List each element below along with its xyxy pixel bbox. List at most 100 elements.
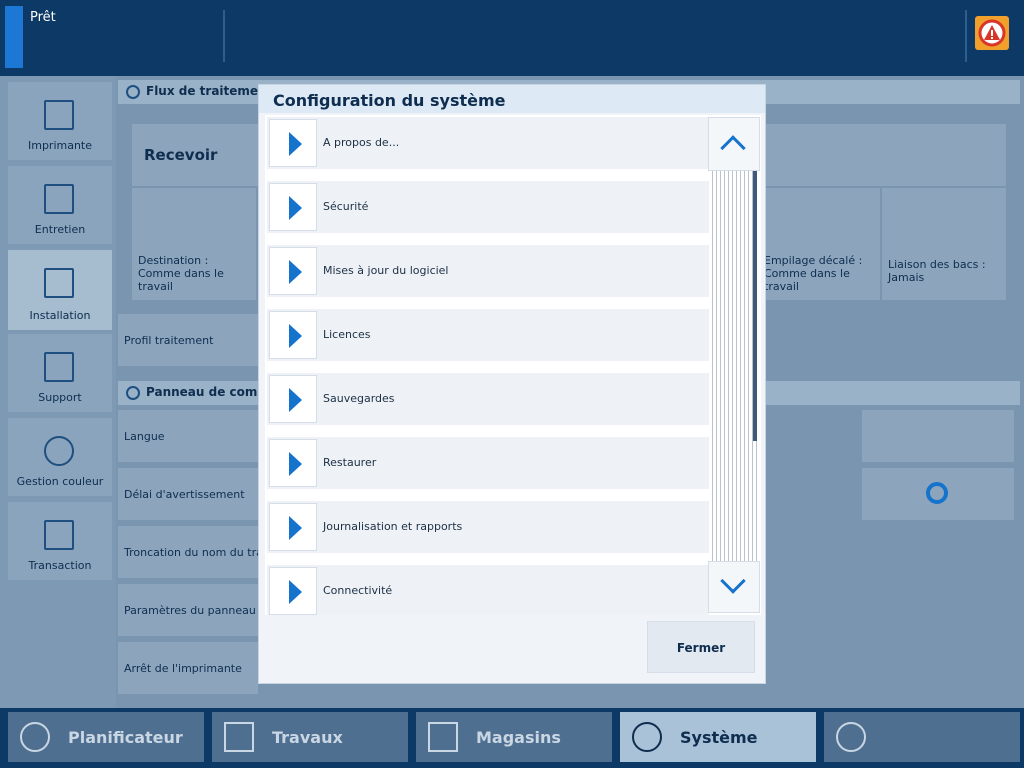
- tab-system[interactable]: Système: [620, 712, 816, 762]
- system-configuration-dialog: Configuration du système A propos de... …: [258, 84, 766, 684]
- offset-stacking-tile[interactable]: Empilage décalé : Comme dans le travail: [760, 188, 880, 300]
- gear-icon: [632, 722, 662, 752]
- arrow-right-icon: [289, 580, 302, 604]
- section-title: Flux de traitement: [146, 84, 273, 98]
- control-panel-icon: [126, 386, 140, 400]
- status-indicator: [5, 6, 23, 68]
- nav-item-support[interactable]: Support: [8, 334, 112, 412]
- offset-stacking-label: Empilage décalé : Comme dans le travail: [764, 254, 863, 293]
- left-navigation: Imprimante Entretien Installation Suppor…: [0, 76, 116, 708]
- printer-status: Prêt: [30, 10, 56, 25]
- expand-button[interactable]: [269, 567, 317, 615]
- expand-button[interactable]: [269, 311, 317, 359]
- list-item-label: Sécurité: [323, 200, 369, 213]
- nav-label: Support: [38, 391, 82, 404]
- expand-button[interactable]: [269, 119, 317, 167]
- row-label: Paramètres du panneau de: [124, 604, 258, 617]
- list-item-label: Restaurer: [323, 456, 377, 469]
- color-alert-icon[interactable]: [975, 16, 1009, 50]
- installation-icon: [44, 268, 74, 298]
- support-icon: [44, 352, 74, 382]
- nav-label: Imprimante: [27, 139, 93, 152]
- nav-item-maintenance[interactable]: Entretien: [8, 166, 112, 244]
- wrench-icon: [44, 184, 74, 214]
- chevron-up-icon: [720, 135, 746, 161]
- nav-item-transaction[interactable]: Transaction: [8, 502, 112, 580]
- list-item-label: Mises à jour du logiciel: [323, 264, 449, 277]
- tab-label: Planificateur: [68, 728, 183, 747]
- tray-icon: [428, 722, 458, 752]
- nav-label: Entretien: [34, 223, 86, 236]
- tab-trays[interactable]: Magasins: [416, 712, 612, 762]
- nav-item-installation[interactable]: Installation: [8, 250, 112, 330]
- list-item-licenses[interactable]: Licences: [267, 309, 709, 361]
- configuration-list: A propos de... Sécurité Mises à jour du …: [265, 115, 761, 615]
- list-item-software-updates[interactable]: Mises à jour du logiciel: [267, 245, 709, 297]
- nav-item-printer[interactable]: Imprimante: [8, 82, 112, 160]
- gear-icon: [926, 482, 948, 504]
- nav-label: Gestion couleur: [16, 475, 104, 488]
- nav-label: Installation: [29, 309, 91, 322]
- settings-gear-button[interactable]: [862, 468, 1014, 520]
- list-item-about[interactable]: A propos de...: [267, 117, 709, 169]
- row-label: Arrêt de l'imprimante: [124, 662, 242, 675]
- clock-icon: [20, 722, 50, 752]
- transaction-icon: [44, 520, 74, 550]
- workflow-icon: [126, 85, 140, 99]
- scrollbar-track[interactable]: [709, 171, 759, 561]
- arrow-right-icon: [289, 260, 302, 284]
- color-wheel-icon: [44, 436, 74, 466]
- processing-profile-label: Profil traitement: [124, 334, 214, 347]
- tab-label: Magasins: [476, 728, 561, 747]
- printer-shutdown-row[interactable]: Arrêt de l'imprimante: [118, 642, 258, 694]
- list-item-backups[interactable]: Sauvegardes: [267, 373, 709, 425]
- tab-scheduler[interactable]: Planificateur: [8, 712, 204, 762]
- list-item-logging-reports[interactable]: Journalisation et rapports: [267, 501, 709, 553]
- clipboard-check-button[interactable]: [862, 410, 1014, 462]
- panel-settings-row[interactable]: Paramètres du panneau de: [118, 584, 258, 636]
- scroll-up-button[interactable]: [708, 117, 760, 171]
- tray-linking-label: Liaison des bacs : Jamais: [888, 258, 986, 284]
- header-divider: [223, 10, 225, 62]
- expand-button[interactable]: [269, 375, 317, 423]
- scrollbar-thumb[interactable]: [753, 171, 757, 441]
- chevron-down-icon: [720, 568, 746, 594]
- job-name-truncation-row[interactable]: Troncation du nom du travail: [118, 526, 258, 578]
- scroll-down-button[interactable]: [708, 561, 760, 613]
- list-item-label: Sauvegardes: [323, 392, 395, 405]
- warning-delay-row[interactable]: Délai d'avertissement: [118, 468, 258, 520]
- list-item-security[interactable]: Sécurité: [267, 181, 709, 233]
- arrow-right-icon: [289, 516, 302, 540]
- close-button[interactable]: Fermer: [647, 621, 755, 673]
- list-item-restore[interactable]: Restaurer: [267, 437, 709, 489]
- tray-linking-tile[interactable]: Liaison des bacs : Jamais: [882, 188, 1006, 300]
- printer-icon: [44, 100, 74, 130]
- list-item-label: Connectivité: [323, 584, 393, 597]
- expand-button[interactable]: [269, 503, 317, 551]
- bottom-taskbar: Planificateur Travaux Magasins Système: [0, 708, 1024, 768]
- destination-label: Destination : Comme dans le travail: [138, 254, 224, 293]
- arrow-right-icon: [289, 388, 302, 412]
- arrow-right-icon: [289, 132, 302, 156]
- tab-user[interactable]: [824, 712, 1020, 762]
- nav-label: Transaction: [28, 559, 92, 572]
- header-divider: [965, 10, 967, 62]
- list-item-label: Journalisation et rapports: [323, 520, 463, 533]
- expand-button[interactable]: [269, 183, 317, 231]
- nav-item-color-management[interactable]: Gestion couleur: [8, 418, 112, 496]
- tab-jobs[interactable]: Travaux: [212, 712, 408, 762]
- list-item-connectivity[interactable]: Connectivité: [267, 565, 709, 615]
- language-row[interactable]: Langue: [118, 410, 258, 462]
- top-bar: Prêt: [0, 0, 1024, 76]
- arrow-right-icon: [289, 324, 302, 348]
- expand-button[interactable]: [269, 439, 317, 487]
- arrow-right-icon: [289, 452, 302, 476]
- processing-profile-row[interactable]: Profil traitement: [118, 314, 258, 366]
- expand-button[interactable]: [269, 247, 317, 295]
- destination-tile[interactable]: Destination : Comme dans le travail: [132, 188, 256, 300]
- user-key-icon: [836, 722, 866, 752]
- list-item-label: A propos de...: [323, 136, 400, 149]
- row-label: Langue: [124, 430, 165, 443]
- tab-label: Système: [680, 728, 758, 747]
- list-item-label: Licences: [323, 328, 371, 341]
